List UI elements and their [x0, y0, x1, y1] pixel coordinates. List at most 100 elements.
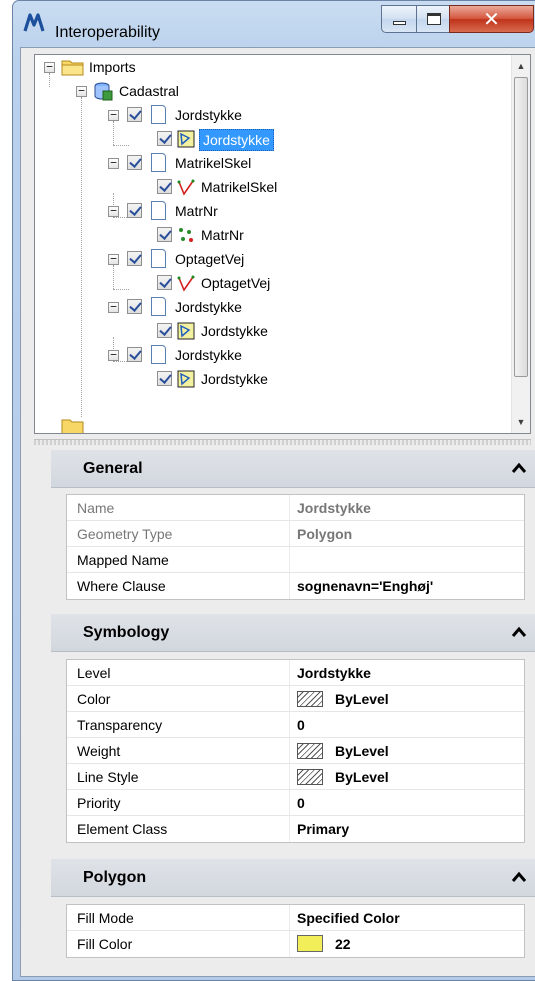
document-icon — [151, 153, 166, 172]
property-row[interactable]: Color ByLevel — [67, 686, 524, 712]
interoperability-window: Interoperability ✕ − Imports − Cadastral… — [12, 0, 535, 981]
section-header-general[interactable]: General — [51, 450, 535, 488]
feature-checkbox[interactable] — [157, 275, 172, 290]
point-icon — [179, 228, 193, 242]
bylevel-pattern-icon — [297, 769, 323, 785]
layer-checkbox[interactable] — [127, 107, 142, 122]
tree-label: Jordstykke — [201, 371, 268, 387]
weight-value[interactable]: ByLevel — [335, 743, 389, 759]
section-header-polygon[interactable]: Polygon — [51, 859, 535, 897]
document-icon — [151, 201, 166, 220]
tree-label: MatrikelSkel — [175, 155, 252, 171]
layer-checkbox[interactable] — [127, 203, 142, 218]
close-button[interactable]: ✕ — [449, 5, 534, 33]
property-name: Weight — [77, 743, 121, 759]
tree-label: Jordstykke — [175, 347, 242, 363]
tree-node-feature[interactable]: Jordstykke — [35, 127, 505, 151]
tree-node-layer[interactable]: − MatrNr — [35, 199, 505, 223]
collapse-icon[interactable]: − — [108, 253, 119, 265]
tree-node-imports[interactable]: − Imports — [35, 55, 505, 79]
document-icon — [151, 297, 166, 316]
tree-node-layer[interactable]: − Jordstykke — [35, 295, 505, 319]
tree-scrollbar[interactable]: ▲ ▼ — [511, 55, 530, 433]
polygon-icon — [177, 370, 195, 388]
tree-node-feature[interactable]: Jordstykke — [35, 367, 505, 391]
chevron-up-icon[interactable] — [511, 461, 527, 475]
section-header-symbology[interactable]: Symbology — [51, 614, 535, 652]
collapse-icon[interactable]: − — [108, 349, 119, 361]
fill-color-value[interactable]: 22 — [335, 936, 351, 952]
title-bar[interactable]: Interoperability ✕ — [13, 1, 535, 45]
scroll-down-icon[interactable]: ▼ — [512, 413, 530, 431]
feature-checkbox[interactable] — [157, 323, 172, 338]
transparency-value[interactable]: 0 — [297, 717, 305, 733]
tree-node-feature[interactable]: MatrikelSkel — [35, 175, 505, 199]
tree-node-feature[interactable]: MatrNr — [35, 223, 505, 247]
collapse-icon[interactable]: − — [108, 301, 119, 313]
property-row[interactable]: Fill Mode Specified Color — [67, 905, 524, 931]
property-row[interactable]: Geometry Type Polygon — [67, 521, 524, 547]
level-value[interactable]: Jordstykke — [297, 665, 371, 681]
layer-checkbox[interactable] — [127, 251, 142, 266]
minimize-button[interactable] — [381, 5, 417, 33]
property-row[interactable]: Transparency 0 — [67, 712, 524, 738]
layer-checkbox[interactable] — [127, 155, 142, 170]
tree-node-layer[interactable]: − OptagetVej — [35, 247, 505, 271]
property-row[interactable]: Priority 0 — [67, 790, 524, 816]
priority-value[interactable]: 0 — [297, 795, 305, 811]
fill-mode-value[interactable]: Specified Color — [297, 910, 400, 926]
window-controls: ✕ — [381, 5, 534, 34]
collapse-icon[interactable]: − — [44, 61, 55, 73]
tree-node-partial[interactable] — [35, 405, 505, 433]
property-row[interactable]: Where Clause sognenavn='Enghøj' — [67, 573, 524, 599]
property-name: Transparency — [77, 717, 163, 733]
collapse-icon[interactable]: − — [108, 205, 119, 217]
property-row[interactable]: Element Class Primary — [67, 816, 524, 842]
minimize-icon — [393, 21, 406, 25]
tree-node-layer[interactable]: − MatrikelSkel — [35, 151, 505, 175]
chevron-up-icon[interactable] — [511, 625, 527, 639]
feature-checkbox[interactable] — [157, 131, 172, 146]
chevron-up-icon[interactable] — [511, 870, 527, 884]
property-row[interactable]: Weight ByLevel — [67, 738, 524, 764]
fill-color-swatch[interactable] — [297, 935, 323, 952]
property-name: Fill Mode — [77, 910, 134, 926]
line-style-value[interactable]: ByLevel — [335, 769, 389, 785]
property-name: Fill Color — [77, 936, 133, 952]
feature-checkbox[interactable] — [157, 371, 172, 386]
tree-label: Jordstykke — [175, 107, 242, 123]
layer-checkbox[interactable] — [127, 299, 142, 314]
tree-node-layer[interactable]: − Jordstykke — [35, 343, 505, 367]
scroll-up-icon[interactable]: ▲ — [512, 57, 530, 75]
tree-label: OptagetVej — [175, 251, 245, 267]
tree-node-feature[interactable]: OptagetVej — [35, 271, 505, 295]
element-class-value[interactable]: Primary — [297, 821, 349, 837]
where-clause-field[interactable]: sognenavn='Enghøj' — [297, 578, 433, 594]
collapse-icon[interactable]: − — [108, 157, 119, 169]
property-row[interactable]: Fill Color 22 — [67, 931, 524, 957]
property-name: Geometry Type — [77, 526, 173, 542]
layer-tree[interactable]: − Imports − Cadastral − Jordstykke Jords… — [34, 54, 531, 434]
property-row[interactable]: Line Style ByLevel — [67, 764, 524, 790]
tree-node-cadastral[interactable]: − Cadastral — [35, 79, 505, 103]
tree-node-feature[interactable]: Jordstykke — [35, 319, 505, 343]
property-name: Line Style — [77, 769, 139, 785]
close-icon: ✕ — [483, 7, 500, 31]
scroll-thumb[interactable] — [514, 77, 528, 377]
layer-checkbox[interactable] — [127, 347, 142, 362]
property-row[interactable]: Mapped Name — [67, 547, 524, 573]
collapse-icon[interactable]: − — [76, 85, 87, 97]
property-row[interactable]: Name Jordstykke — [67, 495, 524, 521]
color-value[interactable]: ByLevel — [335, 691, 389, 707]
maximize-button[interactable] — [416, 5, 450, 33]
folder-icon — [61, 419, 84, 433]
collapse-icon[interactable]: − — [108, 109, 119, 121]
tree-label-selected: Jordstykke — [199, 129, 274, 151]
document-icon — [151, 345, 166, 364]
tree-label: Imports — [89, 59, 136, 75]
pane-splitter[interactable] — [34, 439, 531, 445]
property-row[interactable]: Level Jordstykke — [67, 660, 524, 686]
feature-checkbox[interactable] — [157, 227, 172, 242]
feature-checkbox[interactable] — [157, 179, 172, 194]
tree-node-layer[interactable]: − Jordstykke — [35, 103, 505, 127]
